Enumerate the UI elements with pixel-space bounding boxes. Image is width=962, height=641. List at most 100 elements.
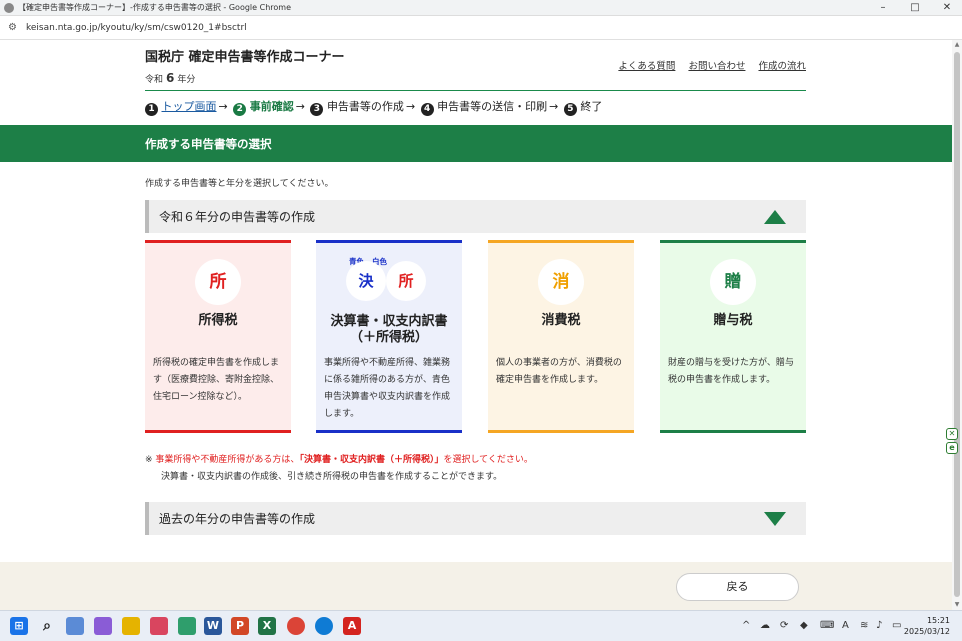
card-gift-tax[interactable]: 贈 贈与税 財産の贈与を受けた方が、贈与税の申告書を作成します。	[660, 240, 806, 433]
search-icon[interactable]: ⌕	[38, 617, 56, 635]
wifi-icon[interactable]: ≋	[860, 619, 868, 633]
note-mark: ※	[145, 455, 153, 465]
sync-icon[interactable]: ⟳	[780, 619, 788, 633]
arrow-icon: →	[295, 100, 305, 113]
arrow-icon: →	[549, 100, 559, 113]
era-label: 令和 6 年分	[145, 71, 195, 85]
step-number: 1	[145, 103, 158, 116]
step-label: 申告書等の送信・印刷	[437, 100, 548, 113]
step-label: 終了	[580, 100, 603, 113]
income-tax-icon: 所	[195, 259, 241, 305]
site-info-icon[interactable]: ⚙	[8, 23, 17, 33]
close-widget-icon[interactable]: ✕	[946, 428, 958, 440]
app-icon[interactable]	[150, 617, 168, 635]
gift-tax-icon: 贈	[710, 259, 756, 305]
chrome-taskbar-icon[interactable]	[287, 617, 305, 635]
step-number: 5	[563, 103, 577, 116]
step-number: 4	[420, 103, 434, 116]
card-description: 所得税の確定申告書を作成します（医療費控除、寄附金控除、住宅ローン控除など）。	[153, 358, 280, 402]
word-icon[interactable]: W	[204, 617, 222, 635]
acrobat-icon[interactable]: A	[343, 617, 361, 635]
onedrive-icon[interactable]: ☁	[760, 619, 770, 633]
volume-icon[interactable]: ♪	[876, 619, 882, 633]
business-income-note: ※ 事業所得や不動産所得がある方は、「決算書・収支内訳書（＋所得税）」を選択して…	[145, 452, 533, 486]
contact-link[interactable]: お問い合わせ	[688, 61, 745, 72]
card-description: 財産の贈与を受けた方が、贈与税の申告書を作成します。	[668, 358, 794, 385]
window-title: 【確定申告書等作成コーナー】-作成する申告書等の選択 - Google Chro…	[18, 3, 291, 12]
dropbox-icon[interactable]: ◆	[800, 619, 808, 633]
start-icon[interactable]: ⊞	[10, 617, 28, 635]
step-current: 事前確認	[249, 100, 294, 113]
keyboard-icon[interactable]: ⌨	[820, 619, 834, 633]
card-description: 個人の事業者の方が、消費税の確定申告書を作成します。	[496, 358, 622, 385]
card-title-line1: 決算書・収支内訳書	[330, 314, 448, 329]
accordion-label[interactable]: 過去の年分の申告書等の作成	[159, 510, 315, 527]
file-explorer-icon[interactable]	[122, 617, 140, 635]
close-button[interactable]: ✕	[932, 0, 962, 16]
era-year: 6	[166, 71, 175, 85]
window-titlebar: 【確定申告書等作成コーナー】-作成する申告書等の選択 - Google Chro…	[0, 0, 962, 16]
accordion-current-year[interactable]: 令和６年分の申告書等の作成	[145, 200, 806, 233]
card-title: 贈与税	[713, 313, 753, 328]
clock-date: 2025/03/12	[903, 627, 950, 636]
back-button[interactable]: 戻る	[676, 573, 799, 601]
intro-text: 作成する申告書等と年分を選択してください。	[145, 179, 334, 189]
ime-indicator[interactable]: A	[842, 619, 849, 633]
era-prefix: 令和	[145, 75, 164, 85]
app-icon[interactable]	[178, 617, 196, 635]
arrow-icon: →	[218, 100, 228, 113]
step-top-link[interactable]: トップ画面	[162, 100, 217, 113]
page-title: 作成する申告書等の選択	[145, 137, 272, 151]
statement-icon: 決	[346, 261, 386, 301]
widget-e-icon[interactable]: e	[946, 442, 958, 454]
header-links: よくある質問 お問い合わせ 作成の流れ	[608, 58, 806, 72]
accordion-label[interactable]: 令和６年分の申告書等の作成	[159, 208, 315, 225]
consumption-tax-icon: 消	[538, 259, 584, 305]
scrollbar-thumb[interactable]	[954, 52, 960, 597]
url-text[interactable]: keisan.nta.go.jp/kyoutu/ky/sm/csw0120_1#…	[26, 23, 247, 33]
minimize-button[interactable]: –	[868, 0, 898, 16]
site-title: 国税庁 確定申告書等作成コーナー	[145, 50, 345, 65]
edge-icon[interactable]	[315, 617, 333, 635]
scroll-up-icon[interactable]: ▲	[952, 41, 962, 48]
page-scrollbar[interactable]: ▲ ▼	[952, 40, 962, 610]
step-label: 申告書等の作成	[326, 100, 404, 113]
expand-triangle-icon[interactable]	[764, 512, 786, 526]
copilot-icon[interactable]	[94, 617, 112, 635]
arrow-icon: →	[405, 100, 416, 113]
windows-taskbar: ⊞ ⌕ W P X A ^ ☁ ⟳ ◆ ⌨ A ≋ ♪ ▭ 15:21 2025…	[0, 610, 962, 641]
battery-icon[interactable]: ▭	[892, 619, 901, 633]
widgets-icon[interactable]	[66, 617, 84, 635]
step-number: 3	[310, 103, 324, 116]
excel-icon[interactable]: X	[258, 617, 276, 635]
section-header-band: 作成する申告書等の選択	[0, 125, 952, 162]
chevron-up-icon[interactable]: ^	[742, 619, 750, 633]
card-title: 所得税	[198, 313, 238, 328]
collapse-triangle-icon[interactable]	[764, 210, 786, 224]
card-title: 消費税	[541, 313, 581, 328]
site-header: 国税庁 確定申告書等作成コーナー 令和 6 年分 よくある質問 お問い合わせ 作成の…	[145, 44, 806, 91]
page-footer: 戻る	[0, 562, 952, 610]
card-title: 決算書・収支内訳書 （＋所得税）	[316, 314, 462, 346]
card-description: 事業所得や不動産所得、雑業務に係る雑所得のある方が、青色申告決算書や収支内訳書を…	[324, 358, 451, 419]
system-clock[interactable]: 15:21 2025/03/12	[904, 615, 950, 637]
page-content: 国税庁 確定申告書等作成コーナー 令和 6 年分 よくある質問 お問い合わせ 作成の…	[0, 40, 952, 610]
note-text: 事業所得や不動産所得がある方は、	[155, 455, 300, 465]
card-consumption-tax[interactable]: 消 消費税 個人の事業者の方が、消費税の確定申告書を作成します。	[488, 240, 634, 433]
side-widgets: ✕ e	[946, 428, 960, 456]
maximize-button[interactable]: □	[900, 0, 930, 16]
address-bar[interactable]: ⚙ keisan.nta.go.jp/kyoutu/ky/sm/csw0120_…	[0, 16, 962, 40]
faq-link[interactable]: よくある質問	[618, 61, 675, 72]
scroll-down-icon[interactable]: ▼	[952, 601, 962, 608]
flow-link[interactable]: 作成の流れ	[758, 61, 806, 72]
card-financial-statements[interactable]: 青色 白色 決 所 決算書・収支内訳書 （＋所得税） 事業所得や不動産所得、雑業…	[316, 240, 462, 433]
powerpoint-icon[interactable]: P	[231, 617, 249, 635]
step-number: 2	[233, 103, 247, 116]
card-income-tax[interactable]: 所 所得税 所得税の確定申告書を作成します（医療費控除、寄附金控除、住宅ローン控…	[145, 240, 291, 433]
step-indicator: 1 トップ画面 → 2 事前確認 → 3 申告書等の作成 → 4 申告書等の送信・印刷…	[145, 98, 602, 116]
clock-time: 15:21	[926, 616, 950, 625]
note-text: を選択してください。	[443, 455, 533, 465]
chrome-icon	[4, 3, 14, 13]
accordion-past-years[interactable]: 過去の年分の申告書等の作成	[145, 502, 806, 535]
income-tax-icon: 所	[386, 261, 426, 301]
